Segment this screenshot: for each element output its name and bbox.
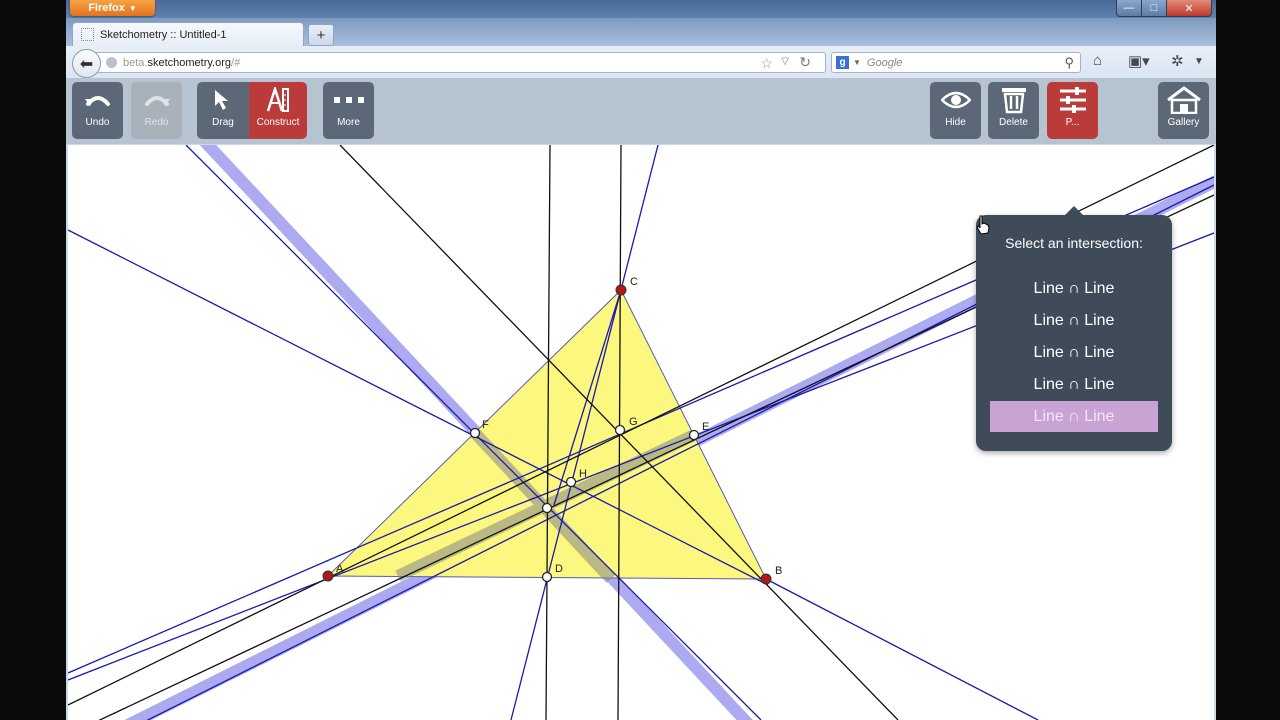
new-tab-button[interactable]: + — [308, 24, 334, 46]
sliders-icon — [1059, 82, 1087, 118]
construct-button[interactable]: Construct — [249, 82, 307, 139]
url-domain: sketchometry.org — [147, 56, 232, 69]
label-a: A — [336, 563, 344, 575]
drag-label: Drag — [212, 117, 234, 128]
construct-label: Construct — [256, 117, 300, 128]
redo-label: Redo — [144, 117, 169, 128]
desktop-background-right — [1216, 0, 1280, 720]
page-favicon-icon — [81, 28, 94, 41]
label-f: F — [482, 419, 489, 431]
more-label: More — [337, 117, 360, 128]
tab-strip: Sketchometry :: Untitled-1 + — [66, 18, 1216, 46]
reload-icon[interactable]: ↻ — [799, 54, 811, 71]
intersection-option[interactable]: Line ∩ Line — [990, 369, 1158, 400]
point-c[interactable] — [615, 284, 627, 296]
redo-icon — [143, 82, 171, 118]
more-dots-icon — [333, 82, 364, 118]
trash-icon — [1001, 82, 1027, 118]
point-intersection[interactable] — [541, 502, 553, 514]
label-h: H — [579, 468, 587, 480]
eye-icon — [940, 82, 971, 118]
app-toolbar: Undo Redo Drag Construct More Hide Delet… — [66, 78, 1216, 144]
addon-icon[interactable]: ✲ — [1171, 52, 1184, 70]
geometry-canvas[interactable]: A B C D E F G H Select an intersection: … — [68, 145, 1214, 720]
home-icon[interactable]: ⌂ — [1093, 52, 1102, 69]
properties-button[interactable]: P... — [1047, 82, 1098, 139]
bookmarks-icon[interactable]: ▣▾ — [1128, 52, 1150, 70]
minimize-button[interactable]: — — [1116, 0, 1142, 17]
globe-icon — [106, 57, 117, 68]
title-bar: Firefox ▼ — □ ✕ — [66, 0, 1216, 18]
label-c: C — [630, 276, 638, 288]
hide-label: Hide — [945, 117, 966, 128]
point-h[interactable] — [565, 476, 577, 488]
intersection-option[interactable]: Line ∩ Line — [990, 337, 1158, 368]
undo-icon — [84, 82, 112, 118]
label-e: E — [702, 421, 709, 433]
intersection-popover: Select an intersection: Line ∩ Line Line… — [976, 206, 1172, 451]
browser-window: Firefox ▼ — □ ✕ Sketchometry :: Untitled… — [66, 0, 1216, 720]
google-icon[interactable]: g — [836, 56, 849, 69]
label-b: B — [775, 565, 782, 577]
point-a[interactable] — [322, 570, 334, 582]
delete-button[interactable]: Delete — [988, 82, 1039, 139]
tab-sketchometry[interactable]: Sketchometry :: Untitled-1 — [72, 22, 304, 46]
intersection-option[interactable]: Line ∩ Line — [990, 273, 1158, 304]
chevron-down-icon[interactable]: ▼ — [1194, 56, 1204, 67]
delete-label: Delete — [999, 117, 1028, 128]
popover-title: Select an intersection: — [1005, 235, 1143, 251]
point-d[interactable] — [541, 571, 553, 583]
close-button[interactable]: ✕ — [1166, 0, 1212, 17]
undo-button[interactable]: Undo — [72, 82, 123, 139]
sketchometry-app: Undo Redo Drag Construct More Hide Delet… — [66, 78, 1216, 720]
magnifier-icon[interactable]: ⚲ — [1064, 55, 1074, 71]
more-button[interactable]: More — [323, 82, 374, 139]
gallery-label: Gallery — [1167, 117, 1200, 128]
search-placeholder: Google — [866, 56, 903, 69]
point-g[interactable] — [614, 424, 626, 436]
url-path: /# — [231, 56, 241, 69]
gallery-building-icon — [1166, 82, 1202, 118]
redo-button[interactable]: Redo — [131, 82, 182, 139]
intersection-option[interactable]: Line ∩ Line — [990, 305, 1158, 336]
pointer-arrow-icon — [212, 82, 234, 118]
firefox-label: Firefox — [88, 2, 125, 14]
label-g: G — [629, 416, 638, 428]
drag-button[interactable]: Drag — [197, 82, 249, 139]
desktop-background — [0, 0, 66, 720]
search-engine-dropdown-icon[interactable]: ▼ — [853, 58, 861, 67]
back-arrow-icon: ⬅ — [79, 55, 94, 73]
url-bar[interactable]: beta. sketchometry.org/# ☆ ▽ ↻ — [96, 52, 826, 73]
point-b[interactable] — [760, 573, 772, 585]
blue-line-5[interactable] — [765, 578, 1039, 720]
properties-label: P... — [1065, 117, 1080, 128]
tab-title: Sketchometry :: Untitled-1 — [100, 28, 227, 41]
point-f[interactable] — [469, 427, 481, 439]
back-button[interactable]: ⬅ — [72, 49, 101, 78]
chevron-down-icon: ▼ — [128, 3, 137, 13]
bookmark-star-icon[interactable]: ☆ — [760, 55, 773, 72]
firefox-menu-button[interactable]: Firefox ▼ — [70, 0, 155, 16]
navigation-bar: beta. sketchometry.org/# ☆ ▽ ↻ ⬅ g ▼ Goog… — [66, 46, 1216, 79]
maximize-button[interactable]: □ — [1141, 0, 1167, 17]
undo-label: Undo — [85, 117, 110, 128]
construct-tools-icon — [265, 82, 291, 118]
gallery-button[interactable]: Gallery — [1158, 82, 1209, 139]
intersection-option-highlighted[interactable]: Line ∩ Line — [990, 401, 1158, 432]
popover-arrow — [1064, 206, 1084, 216]
url-subdomain: beta. — [123, 56, 148, 69]
hide-button[interactable]: Hide — [930, 82, 981, 139]
hand-cursor-icon — [976, 215, 990, 235]
search-input[interactable]: g ▼ Google ⚲ — [831, 52, 1081, 73]
point-e[interactable] — [688, 429, 700, 441]
label-d: D — [555, 563, 563, 575]
url-history-dropdown-icon[interactable]: ▽ — [781, 56, 789, 67]
